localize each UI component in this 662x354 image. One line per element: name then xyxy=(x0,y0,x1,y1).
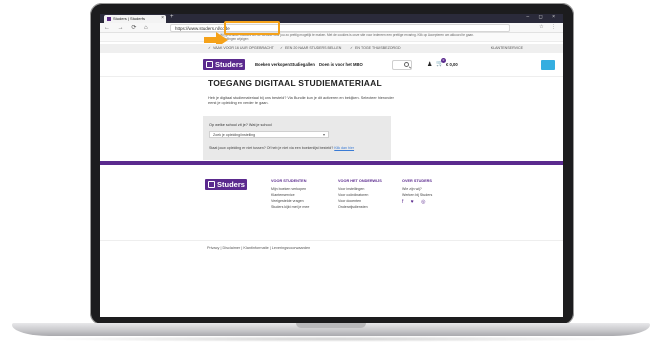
nav-sell-books[interactable]: Boeken verkopen xyxy=(255,62,290,67)
url-text: https://www.studers.nl/code xyxy=(175,26,230,31)
chevron-down-icon: ▾ xyxy=(322,132,325,137)
usp-item: ✓ EEN 20 NAAR STUDERS BELLEN xyxy=(280,46,342,50)
search-icon xyxy=(404,62,409,67)
form-note: Staat jouw opleiding er niet tussen? Of … xyxy=(209,146,355,150)
footer-link[interactable]: Onderwijsdiensten xyxy=(338,204,382,210)
usp-item: ✓ EN TOGE THUISBEZORGD xyxy=(350,46,401,50)
laptop-shadow xyxy=(30,336,632,342)
cookie-text: Wij gebruiken cookies om de website voor… xyxy=(220,33,474,41)
legal-links[interactable]: Privacy | Disclaimer | Klantinformatie |… xyxy=(207,246,310,250)
user-icon[interactable]: ♟ xyxy=(427,61,432,68)
school-select[interactable]: Zoek je opleiding/instelling ▾ xyxy=(209,131,329,138)
click-here-link[interactable]: Klik dan hier xyxy=(334,146,354,150)
address-bar[interactable]: https://www.studers.nl/code xyxy=(170,24,510,32)
instagram-icon[interactable]: ◎ xyxy=(421,199,428,205)
site-header: Studers Boeken verkopen Studiegallen Doe… xyxy=(100,53,563,77)
customer-service-link[interactable]: KLANTENSERVICE xyxy=(491,46,523,50)
page-title: TOEGANG DIGITAAL STUDIEMATERIAAL xyxy=(208,78,382,88)
footer-column-about: OVER STUDERS Wie zijn wij? Werken bij St… xyxy=(402,179,433,205)
usp-bar: ✓ VAAK VOOR 16 UUR OPGEBRACHT ✓ EEN 20 NAA… xyxy=(100,44,563,53)
close-tab-icon[interactable]: × xyxy=(161,15,164,21)
cart-price: € 0,00 xyxy=(446,62,458,67)
browser-nav-buttons[interactable]: ← → ⟳ ⌂ xyxy=(104,24,151,31)
footer-column-students: VOOR STUDENTEN Mijn boeken verkopen Klan… xyxy=(271,179,310,210)
form-label: Op welke school zit je? Wat je school xyxy=(209,123,272,127)
footer-link[interactable]: Werken bij Studers xyxy=(402,192,432,198)
cookie-notice: Wij gebruiken cookies om de website voor… xyxy=(100,33,563,42)
nav-studiegallen[interactable]: Studiegallen xyxy=(290,62,315,67)
logo-icon xyxy=(208,181,215,188)
browser-toolbar: ← → ⟳ ⌂ https://www.studers.nl/code ☆ ⋮ xyxy=(100,23,563,33)
studers-logo[interactable]: Studers xyxy=(203,59,245,70)
browser-tab-bar: Studers | Studerfs × + – ◻ × xyxy=(100,14,563,23)
footer-column-education: VOOR HET ONDERWIJS Voor instellingen Voo… xyxy=(338,179,382,210)
social-icons: f ♥ ◎ xyxy=(402,199,432,205)
window-controls[interactable]: – ◻ × xyxy=(526,14,559,20)
footer: Studers VOOR STUDENTEN Mijn boeken verko… xyxy=(100,165,563,235)
logo-icon xyxy=(206,61,213,68)
school-form: Op welke school zit je? Wat je school Zo… xyxy=(203,116,391,160)
tab-title: Studers | Studerfs xyxy=(113,16,145,21)
usp-item: ✓ VAAK VOOR 16 UUR OPGEBRACHT xyxy=(208,46,274,50)
intro-text: Heb je digitaal studiemateriaal bij ons … xyxy=(208,96,394,105)
footer-link[interactable]: Studers kijkt met je mee xyxy=(271,204,309,210)
legal-divider xyxy=(100,240,563,241)
laptop-screen: Studers | Studerfs × + – ◻ × ← → ⟳ ⌂ htt… xyxy=(100,14,563,317)
footer-logo[interactable]: Studers xyxy=(205,179,247,190)
favicon-icon xyxy=(107,17,111,21)
twitter-icon[interactable]: ♥ xyxy=(411,199,417,205)
laptop-notch xyxy=(296,323,366,328)
url-highlight-box xyxy=(224,21,280,35)
search-input[interactable] xyxy=(392,60,412,70)
new-tab-icon[interactable]: + xyxy=(170,14,174,20)
facebook-icon[interactable]: f xyxy=(402,199,406,205)
toolbar-icons[interactable]: ☆ ⋮ xyxy=(539,24,559,30)
feedback-tab[interactable] xyxy=(541,60,555,70)
browser-tab[interactable]: Studers | Studerfs × xyxy=(104,15,166,23)
nav-mbo[interactable]: Doen is voor het MBO xyxy=(319,62,363,67)
